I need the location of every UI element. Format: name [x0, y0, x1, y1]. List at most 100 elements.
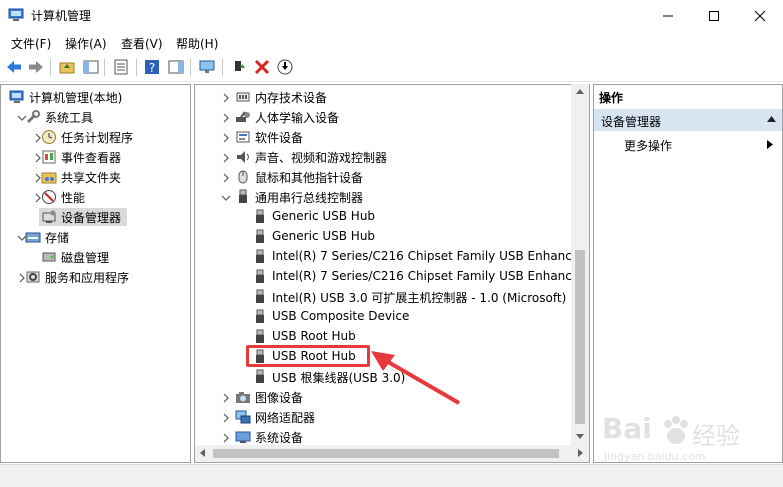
watermark-brand: Bai — [602, 412, 652, 445]
chevron-right-icon[interactable] — [221, 412, 231, 423]
chevron-right-icon[interactable] — [221, 112, 231, 123]
nav-tree-item[interactable]: 共享文件夹 — [1, 167, 190, 187]
navigation-tree-panel: 计算机管理(本地) 系统工具任务计划程序事件查看器 共享文件夹性能设备管理器存储磁盘… — [0, 84, 191, 463]
back-arrow-icon[interactable] — [5, 58, 23, 76]
nav-tree-item[interactable]: 磁盘管理 — [1, 247, 190, 267]
nav-tree-item[interactable]: 事件查看器 — [1, 147, 190, 167]
uninstall-x-icon[interactable] — [253, 58, 271, 76]
nav-tree-item[interactable]: 存储 — [1, 227, 190, 247]
more-actions-link[interactable]: 更多操作 — [624, 137, 672, 154]
properties-icon[interactable] — [112, 58, 130, 76]
horizontal-scroll-thumb[interactable] — [213, 449, 559, 458]
chevron-right-icon[interactable] — [221, 172, 231, 183]
horizontal-scrollbar[interactable] — [195, 445, 589, 462]
usb-icon — [235, 189, 251, 205]
device-tree-item[interactable]: USB Root Hub — [195, 327, 571, 347]
network-icon — [235, 409, 251, 425]
device-tree-item[interactable]: 鼠标和其他指针设备 — [195, 167, 571, 187]
forward-arrow-icon[interactable] — [27, 58, 45, 76]
device-tree-item-label: 通用串行总线控制器 — [255, 191, 364, 205]
chevron-right-icon[interactable] — [221, 92, 231, 103]
device-tree-item[interactable]: 软件设备 — [195, 127, 571, 147]
device-tree-item-label: 软件设备 — [255, 131, 304, 145]
svg-text:?: ? — [149, 61, 155, 75]
up-folder-icon[interactable] — [58, 58, 76, 76]
usb-icon — [252, 309, 268, 325]
performance-icon — [41, 189, 57, 205]
watermark-url: jingyan.baidu.com — [604, 450, 706, 463]
scroll-left-icon[interactable] — [200, 449, 206, 457]
device-tree-item[interactable]: Generic USB Hub — [195, 227, 571, 247]
minimize-button[interactable] — [645, 0, 691, 31]
device-tree-item-label: USB Root Hub — [272, 329, 356, 343]
device-tree-item-label: 网络适配器 — [255, 411, 316, 425]
usb-icon — [252, 369, 268, 385]
nav-tree-item-label: 任务计划程序 — [61, 131, 134, 145]
tools-icon — [25, 109, 41, 125]
device-tree-item[interactable]: 内存技术设备 — [195, 87, 571, 107]
paw-logo-icon — [664, 416, 688, 444]
highlight-box — [246, 345, 370, 367]
update-driver-icon[interactable] — [230, 58, 248, 76]
menu-file[interactable]: 文件(F) — [11, 35, 51, 52]
vertical-scroll-thumb[interactable] — [575, 250, 585, 424]
nav-tree-item-label: 存储 — [45, 231, 70, 245]
menu-view[interactable]: 查看(V) — [121, 35, 163, 52]
nav-tree-item[interactable]: 计算机管理(本地) — [1, 87, 190, 107]
device-tree-item-label: 人体学输入设备 — [255, 111, 340, 125]
device-tree-item[interactable]: 通用串行总线控制器 — [195, 187, 571, 207]
menu-help[interactable]: 帮助(H) — [176, 35, 218, 52]
device-tree-item[interactable]: 系统设备 — [195, 427, 571, 447]
event-viewer-icon — [41, 149, 57, 165]
services-icon — [25, 269, 41, 285]
menu-action[interactable]: 操作(A) — [65, 35, 107, 52]
nav-tree-item-label: 磁盘管理 — [61, 251, 110, 265]
device-tree-item[interactable]: 人体学输入设备 — [195, 107, 571, 127]
download-icon[interactable] — [276, 58, 294, 76]
chevron-right-icon[interactable] — [221, 132, 231, 143]
chevron-right-icon[interactable] — [221, 432, 231, 443]
watermark: Bai 经验 jingyan.baidu.com — [602, 410, 772, 470]
device-tree-item[interactable]: Intel(R) USB 3.0 可扩展主机控制器 - 1.0 (Microso… — [195, 287, 571, 307]
device-tree-item[interactable]: Intel(R) 7 Series/C216 Chipset Family US… — [195, 247, 579, 267]
window-title: 计算机管理 — [31, 9, 92, 23]
action-pane-icon[interactable] — [167, 58, 185, 76]
scroll-right-icon[interactable] — [578, 449, 584, 457]
show-hide-tree-icon[interactable] — [82, 58, 100, 76]
nav-tree-item[interactable]: 服务和应用程序 — [1, 267, 190, 287]
nav-tree-item[interactable]: 任务计划程序 — [1, 127, 190, 147]
nav-tree-item[interactable]: 系统工具 — [1, 107, 190, 127]
mouse-icon — [235, 169, 251, 185]
watermark-brand-2: 经验 — [692, 422, 740, 450]
device-tree-item-label: 系统设备 — [255, 431, 304, 445]
chevron-right-icon[interactable] — [221, 152, 231, 163]
scroll-up-icon[interactable] — [576, 89, 584, 95]
hid-icon — [235, 109, 251, 125]
nav-tree-item[interactable]: 设备管理器 — [1, 207, 190, 227]
vertical-scrollbar[interactable] — [571, 84, 589, 445]
monitor-icon[interactable] — [198, 58, 216, 76]
disk-icon — [41, 249, 57, 265]
chevron-right-icon[interactable] — [221, 392, 231, 403]
maximize-button[interactable] — [691, 0, 737, 31]
actions-section-device-manager[interactable]: 设备管理器 — [594, 109, 782, 131]
more-actions-arrow-icon[interactable] — [767, 140, 773, 149]
toolbar-separator — [190, 59, 191, 76]
close-button[interactable] — [737, 0, 783, 31]
device-tree-item-label: 鼠标和其他指针设备 — [255, 171, 364, 185]
help-icon[interactable]: ? — [143, 58, 161, 76]
scroll-down-icon[interactable] — [576, 434, 584, 440]
nav-tree-item-label: 性能 — [61, 191, 86, 205]
camera-icon — [235, 389, 251, 405]
toolbar-separator — [222, 59, 223, 76]
nav-tree-item[interactable]: 性能 — [1, 187, 190, 207]
device-tree-item-label: 内存技术设备 — [255, 91, 328, 105]
device-tree-item[interactable]: 声音、视频和游戏控制器 — [195, 147, 571, 167]
chevron-down-icon[interactable] — [221, 192, 231, 202]
device-tree-item[interactable]: Intel(R) 7 Series/C216 Chipset Family US… — [195, 267, 579, 287]
device-tree-item[interactable]: USB Composite Device — [195, 307, 571, 327]
collapse-up-icon[interactable] — [767, 116, 776, 122]
device-tree-item-label: Intel(R) 7 Series/C216 Chipset Family US… — [272, 269, 580, 283]
device-tree-item[interactable]: 网络适配器 — [195, 407, 571, 427]
device-tree-item[interactable]: Generic USB Hub — [195, 207, 571, 227]
